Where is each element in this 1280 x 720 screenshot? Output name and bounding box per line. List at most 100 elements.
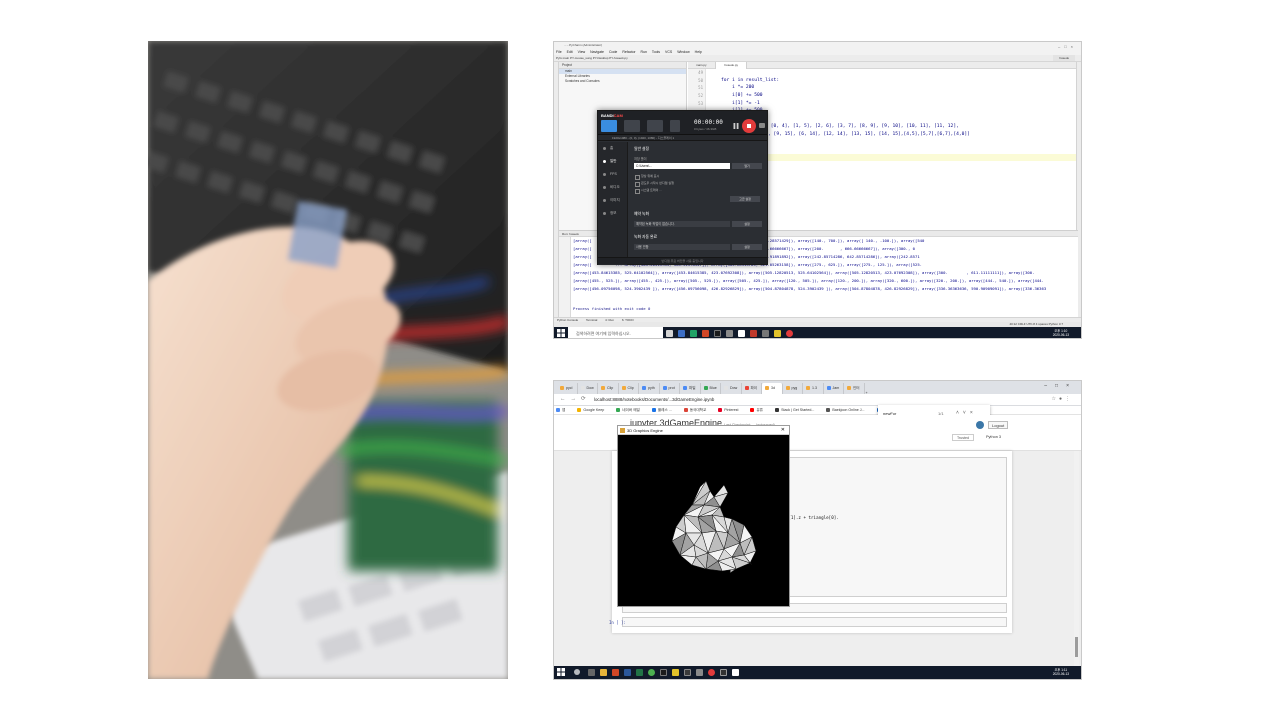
app-taskbar-icon[interactable] [702,330,709,337]
tray-checkbox[interactable]: 시스템 트레이 ... [634,187,764,194]
app-taskbar-icon[interactable] [720,669,727,676]
app-taskbar-icon[interactable] [750,330,757,337]
browser-tab[interactable]: Jam [824,383,844,394]
bookmark-item[interactable]: 동국대학교 [683,408,713,413]
menu-refactor[interactable]: Refactor [622,50,635,54]
empty-cell[interactable]: In [ ]: [609,617,1007,627]
menu-navigate[interactable]: Navigate [590,50,604,54]
bookmark-item[interactable]: Stack | Get Started... [775,408,820,413]
sidebar-item-video[interactable]: 비디오 [598,181,627,194]
menu-edit[interactable]: Edit [567,50,573,54]
bookmark-item[interactable]: Baekjoon Online J... [826,408,870,413]
auto-complete-settings-button[interactable]: 설정 [732,244,762,250]
run-on-startup-checkbox[interactable]: 윈도우 시작시 반디캠 실행 [634,180,764,187]
nav-buttons[interactable]: ←→⟳ [560,396,591,402]
browser-tab[interactable]: Clip [598,383,619,394]
address-bar[interactable]: localhost:8888/notebooks/Documents/...3d… [594,396,714,404]
pause-icon[interactable] [733,123,739,129]
app-taskbar-icon[interactable] [732,669,739,676]
menu-tools[interactable]: Tools [652,50,660,54]
bookmark-item[interactable]: 네이버 메일 [616,408,646,413]
chrome-taskbar-icon[interactable] [648,669,655,676]
project-panel-header[interactable]: Project [559,62,686,69]
browser-tab[interactable]: pycl [557,383,578,394]
ide-nav-breadcrumb[interactable]: PyG main PY-mouse_sung PY-Desktop PY-hos… [554,55,1081,62]
window-controls[interactable]: –□× [1044,383,1077,389]
app-taskbar-icon[interactable] [696,669,703,676]
project-item-scratches[interactable]: Scratches and Consoles [559,79,686,84]
task-view-icon[interactable] [588,669,595,676]
output-folder-field[interactable]: C:\Users\... [634,163,730,169]
audio-button[interactable] [670,120,680,132]
device-mode-button[interactable] [647,120,663,132]
camera-icon[interactable] [759,123,765,128]
app-taskbar-icon[interactable] [624,669,631,676]
menu-file[interactable]: File [556,50,562,54]
sidebar-item-fps[interactable]: FPS [598,168,627,181]
tab-main-py[interactable]: main.py [688,62,716,69]
window-controls[interactable]: –□× [1058,43,1077,50]
sidebar-item-home[interactable]: 홈 [598,142,627,155]
browser-tab[interactable]: pyth [639,383,660,394]
scheduled-settings-button[interactable]: 설정 [732,221,762,227]
always-on-top-checkbox[interactable]: 항상 위에 표시 [634,173,764,180]
run-toolbar[interactable] [559,237,571,318]
bandicam-taskbar-icon[interactable] [708,669,715,676]
app-taskbar-icon[interactable] [690,330,697,337]
app-taskbar-icon[interactable] [762,330,769,337]
trusted-badge[interactable]: Trusted [952,434,975,441]
search-icon[interactable] [574,669,580,675]
chrome-taskbar-icon[interactable] [666,330,673,337]
browser-tab[interactable]: pyg [783,383,803,394]
code-line[interactable]: i[1] *= -1 [707,100,1081,108]
menu-code[interactable]: Code [609,50,617,54]
sidebar-item-image[interactable]: 이미지 [598,194,627,207]
screen-mode-button[interactable] [601,120,617,132]
open-folder-button[interactable]: 열기 [732,163,762,169]
app-taskbar-icon[interactable] [678,330,685,337]
taskbar-clock[interactable]: 오후 1:11 2020-06-13 [1053,668,1069,676]
app-taskbar-icon[interactable] [774,330,781,337]
app-taskbar-icon[interactable] [636,669,643,676]
bookmark-item[interactable]: Google Keep [577,408,610,413]
app-taskbar-icon[interactable] [612,669,619,676]
code-line[interactable] [707,69,1081,77]
app-taskbar-icon[interactable] [684,669,691,676]
code-line[interactable]: i[0] += 500 [707,92,1081,100]
menu-window[interactable]: Window [677,50,689,54]
code-line[interactable]: for i in result_list: [707,77,1081,85]
explorer-icon[interactable] [600,669,607,676]
windows-start-icon[interactable] [557,329,565,337]
browser-tab[interactable]: Dow [578,383,598,394]
bandicam-footer[interactable]: 반디캠 무료 버전을 사용 중입니다 [598,257,767,264]
tab-hoseok-py[interactable]: hoseok.py [716,62,748,69]
logout-button[interactable]: Logout [988,421,1009,429]
windows-start-icon[interactable] [557,668,565,676]
bookmark-item[interactable]: 앱 [556,408,571,413]
pycharm-taskbar-icon[interactable] [660,669,667,676]
browser-tab[interactable]: Blue [701,383,721,394]
browser-tab[interactable]: 파일 [680,383,701,394]
taskbar-clock[interactable]: 오후 1:10 2020-06-13 [1053,329,1069,337]
sidebar-item-about[interactable]: 정보 [598,207,627,220]
browser-tab[interactable]: Clip [619,383,639,394]
app-taskbar-icon[interactable] [738,330,745,337]
bookmark-item[interactable]: 플레스 ... [651,408,678,413]
record-stop-button[interactable] [742,119,756,133]
advanced-settings-button[interactable]: 고급 설정 [730,196,760,202]
scroll-thumb[interactable] [1075,637,1078,657]
bandicam-taskbar-icon[interactable] [786,330,793,337]
sidebar-item-general[interactable]: 일반 [598,155,627,168]
app-taskbar-icon[interactable] [672,669,679,676]
pycharm-taskbar-icon[interactable] [714,330,721,337]
menu-vcs[interactable]: VCS [665,50,672,54]
bookmark-item[interactable]: 유튜 [750,408,769,413]
app-taskbar-icon[interactable] [726,330,733,337]
browser-tab[interactable]: 1.3 [803,383,824,394]
bookmark-item[interactable]: Pinterest [718,408,744,413]
menu-run[interactable]: Run [641,50,647,54]
browser-tab[interactable]: prot [660,383,680,394]
run-config-select[interactable]: hoseok [1053,55,1075,61]
taskbar-search-input[interactable]: 검색하려면 여기에 입력하십시오. [568,327,663,338]
close-icon[interactable]: ✕ [781,426,785,435]
